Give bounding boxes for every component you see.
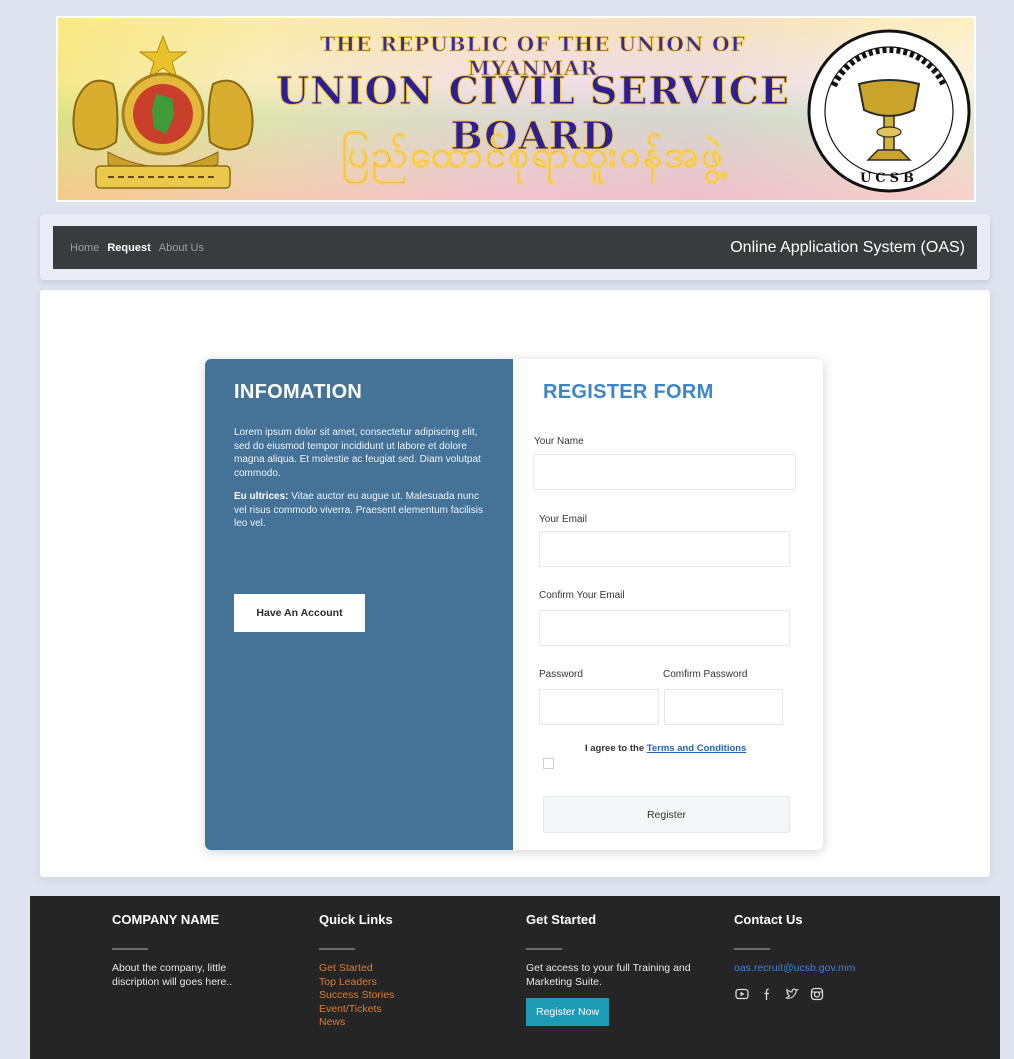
social-icons bbox=[734, 986, 934, 1002]
info-paragraph-1: Lorem ipsum dolor sit amet, consectetur … bbox=[234, 427, 481, 479]
quick-link-get-started[interactable]: Get Started bbox=[319, 962, 519, 976]
email-input[interactable] bbox=[539, 531, 790, 567]
agree-text: I agree to the bbox=[585, 743, 647, 754]
quick-link-success-stories[interactable]: Success Stories bbox=[319, 989, 519, 1003]
footer-company-heading: COMPANY NAME bbox=[112, 912, 220, 927]
register-form-title: REGISTER FORM bbox=[543, 381, 714, 403]
footer-get-started: Get Started Get access to your full Trai… bbox=[526, 912, 726, 1026]
footer-started-heading: Get Started bbox=[526, 912, 597, 927]
register-button[interactable]: Register bbox=[543, 796, 790, 833]
footer-contact: Contact Us oas.recruit@ucsb.gov.mm bbox=[734, 912, 934, 1002]
quick-link-event-tickets[interactable]: Event/Tickets bbox=[319, 1003, 519, 1017]
confirm-email-input[interactable] bbox=[539, 610, 790, 646]
info-paragraph-2: Eu ultrices: Vitae auctor eu augue ut. M… bbox=[234, 490, 484, 531]
header-banner: THE REPUBLIC OF THE UNION OF MYANMAR UNI… bbox=[56, 16, 976, 202]
name-input[interactable] bbox=[533, 454, 796, 490]
password-label: Password bbox=[539, 669, 583, 680]
nav-about-us[interactable]: About Us bbox=[159, 242, 204, 254]
quick-link-news[interactable]: News bbox=[319, 1016, 519, 1030]
footer-company: COMPANY NAME About the company, little d… bbox=[112, 912, 312, 989]
twitter-icon[interactable] bbox=[784, 986, 800, 1002]
confirm-email-label: Confirm Your Email bbox=[539, 590, 625, 601]
info-title: INFOMATION bbox=[234, 381, 363, 403]
ucsb-seal-icon: UCSB bbox=[807, 29, 971, 193]
footer-quick-links: Quick Links Get Started Top Leaders Succ… bbox=[319, 912, 519, 1030]
have-account-button[interactable]: Have An Account bbox=[234, 594, 365, 632]
footer-company-text: About the company, little discription wi… bbox=[112, 962, 233, 988]
footer-quick-heading: Quick Links bbox=[319, 912, 393, 927]
youtube-icon[interactable] bbox=[734, 986, 750, 1002]
app-title: Online Application System (OAS) bbox=[730, 238, 965, 256]
quick-link-top-leaders[interactable]: Top Leaders bbox=[319, 976, 519, 990]
nav-home[interactable]: Home bbox=[70, 242, 99, 254]
terms-checkbox[interactable] bbox=[543, 758, 554, 769]
divider bbox=[734, 948, 770, 950]
confirm-password-input[interactable] bbox=[664, 689, 783, 725]
contact-email-link[interactable]: oas.recruit@ucsb.gov.mm bbox=[734, 962, 934, 974]
footer-contact-heading: Contact Us bbox=[734, 912, 803, 927]
seal-text: UCSB bbox=[860, 171, 918, 186]
confirm-password-label: Comfirm Password bbox=[663, 669, 748, 680]
banner-title-myanmar-script: ပြည်ထောင်စုရာထူးဝန်အဖွဲ့ bbox=[341, 132, 725, 177]
email-label: Your Email bbox=[539, 514, 587, 525]
name-label: Your Name bbox=[534, 436, 584, 447]
facebook-icon[interactable] bbox=[759, 986, 775, 1002]
footer: COMPANY NAME About the company, little d… bbox=[30, 896, 1000, 1059]
registration-container: INFOMATION Lorem ipsum dolor sit amet, c… bbox=[205, 359, 823, 850]
info-paragraph-2-bold: Eu ultrices: bbox=[234, 491, 289, 502]
divider bbox=[319, 948, 355, 950]
nav-request[interactable]: Request bbox=[107, 242, 150, 254]
register-now-button[interactable]: Register Now bbox=[526, 998, 610, 1026]
divider bbox=[112, 948, 148, 950]
footer-started-text: Get access to your full Training and Mar… bbox=[526, 962, 691, 988]
divider bbox=[526, 948, 562, 950]
navbar-container: Home Request About Us Online Application… bbox=[40, 214, 990, 280]
main-content: INFOMATION Lorem ipsum dolor sit amet, c… bbox=[40, 290, 990, 877]
information-panel: INFOMATION Lorem ipsum dolor sit amet, c… bbox=[205, 359, 513, 850]
password-input[interactable] bbox=[539, 689, 659, 725]
terms-agreement: I agree to the Terms and Conditions bbox=[585, 743, 746, 754]
navbar: Home Request About Us Online Application… bbox=[53, 226, 977, 269]
register-form: REGISTER FORM Your Name Your Email Confi… bbox=[513, 359, 823, 850]
quick-links-list: Get Started Top Leaders Success Stories … bbox=[319, 962, 519, 1030]
instagram-icon[interactable] bbox=[809, 986, 825, 1002]
state-emblem-icon bbox=[72, 34, 254, 189]
terms-link[interactable]: Terms and Conditions bbox=[647, 743, 747, 754]
